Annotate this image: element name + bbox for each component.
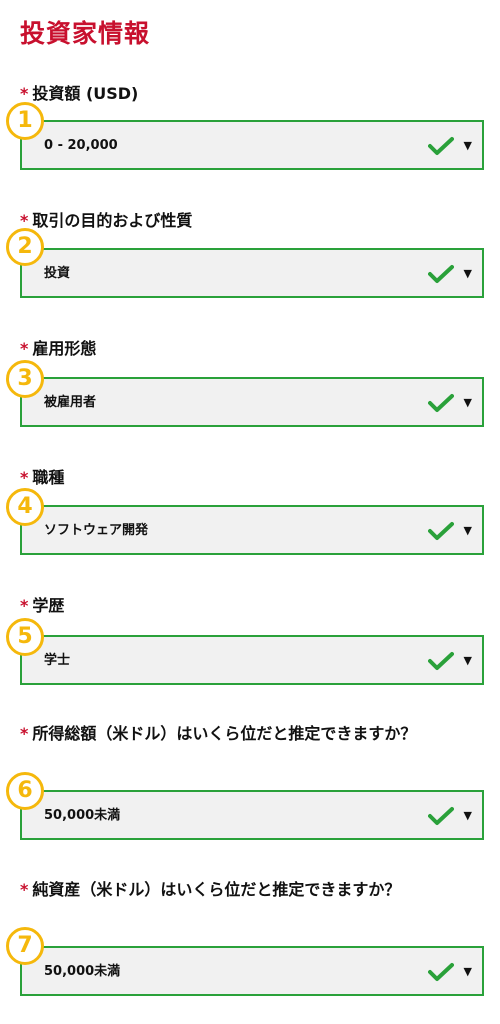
field-label: * 投資額 (USD) [20,84,139,103]
trading-purpose-select[interactable]: 投資 ▼ [20,248,484,298]
required-mark: * [20,468,29,487]
required-mark: * [20,880,29,899]
education-select[interactable]: 学士 ▼ [20,635,484,685]
caret-down-icon: ▼ [463,396,472,409]
required-mark: * [20,339,29,358]
select-value: 50,000未満 [44,808,121,823]
checkmark-icon [428,137,454,155]
checkmark-icon [428,394,454,412]
annual-income-select[interactable]: 50,000未満 ▼ [20,790,484,840]
caret-down-icon: ▼ [463,524,472,537]
checkmark-icon [428,265,454,283]
occupation-select[interactable]: ソフトウェア開発 ▼ [20,505,484,555]
select-value: ソフトウェア開発 [44,523,149,538]
employment-status-select[interactable]: 被雇用者 ▼ [20,377,484,427]
required-mark: * [20,724,29,743]
field-label: * 所得総額（米ドル）はいくら位だと推定できますか？ [20,724,417,743]
checkmark-icon [428,963,454,981]
caret-down-icon: ▼ [463,654,472,667]
required-mark: * [20,84,29,103]
checkmark-icon [428,807,454,825]
step-number-badge: 5 [6,618,44,656]
net-worth-select[interactable]: 50,000未満 ▼ [20,946,484,996]
step-number-badge: 1 [6,102,44,140]
caret-down-icon: ▼ [463,809,472,822]
field-label: * 学歴 [20,596,65,615]
page-title: 投資家情報 [20,19,151,48]
step-number-badge: 3 [6,360,44,398]
select-value: 50,000未満 [44,964,121,979]
select-value: 学士 [44,653,71,668]
step-number-badge: 2 [6,228,44,266]
investment-amount-select[interactable]: 0 - 20,000 ▼ [20,120,484,170]
step-number-badge: 7 [6,927,44,965]
checkmark-icon [428,522,454,540]
checkmark-icon [428,652,454,670]
field-label: * 純資産（米ドル）はいくら位だと推定できますか？ [20,880,401,899]
select-value: 0 - 20,000 [44,138,118,153]
caret-down-icon: ▼ [463,139,472,152]
select-value: 被雇用者 [44,395,97,410]
select-value: 投資 [44,266,71,281]
field-label: * 取引の目的および性質 [20,211,193,230]
step-number-badge: 4 [6,488,44,526]
step-number-badge: 6 [6,772,44,810]
caret-down-icon: ▼ [463,267,472,280]
caret-down-icon: ▼ [463,965,472,978]
required-mark: * [20,596,29,615]
field-label: * 雇用形態 [20,339,97,358]
